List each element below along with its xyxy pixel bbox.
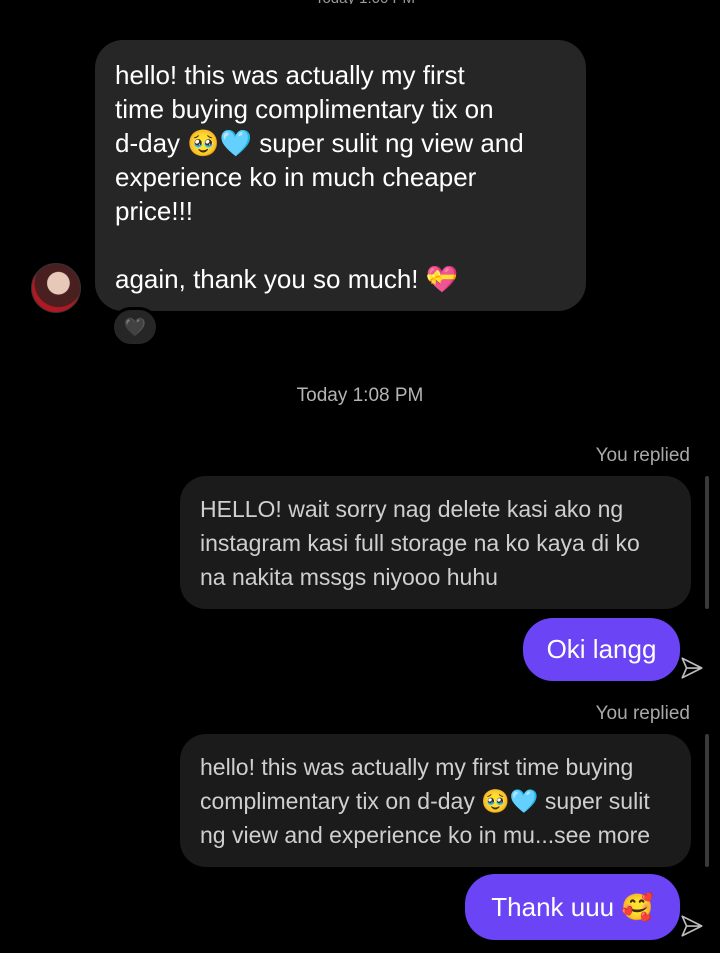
incoming-line: price!!! [115, 196, 194, 226]
incoming-line: d-day 🥹🩵 super sulit ng view and [115, 128, 524, 158]
you-replied-label: You replied [595, 445, 690, 466]
you-replied-label: You replied [595, 703, 690, 724]
previous-timestamp-cutoff: Today 1:00 PM [290, 0, 440, 4]
incoming-line: experience ko in much cheaper [115, 162, 477, 192]
black-heart-icon: 🖤 [123, 316, 147, 337]
message-reaction[interactable]: 🖤 [111, 307, 159, 347]
sender-avatar[interactable] [31, 263, 81, 313]
incoming-line: time buying complimentary tix on [115, 94, 494, 124]
incoming-closing-line: again, thank you so much! 💝 [115, 264, 459, 294]
conversation-timestamp: Today 1:08 PM [296, 385, 424, 406]
outgoing-message-bubble[interactable]: Oki langg [523, 618, 680, 681]
incoming-line: hello! this was actually my first [115, 60, 465, 90]
outgoing-message-bubble[interactable]: Thank uuu 🥰 [465, 874, 680, 940]
quote-indicator [705, 734, 709, 867]
incoming-spacer [115, 228, 566, 262]
sent-icon [681, 657, 703, 679]
outgoing-message-text: Thank uuu 🥰 [491, 891, 654, 922]
quote-indicator [705, 476, 709, 609]
outgoing-message-text: Oki langg [546, 634, 657, 664]
sent-icon [681, 915, 703, 937]
quoted-message[interactable]: hello! this was actually my first time b… [180, 734, 691, 867]
incoming-message-bubble[interactable]: hello! this was actually my first time b… [95, 40, 586, 311]
quoted-message[interactable]: HELLO! wait sorry nag delete kasi ako ng… [180, 476, 691, 609]
